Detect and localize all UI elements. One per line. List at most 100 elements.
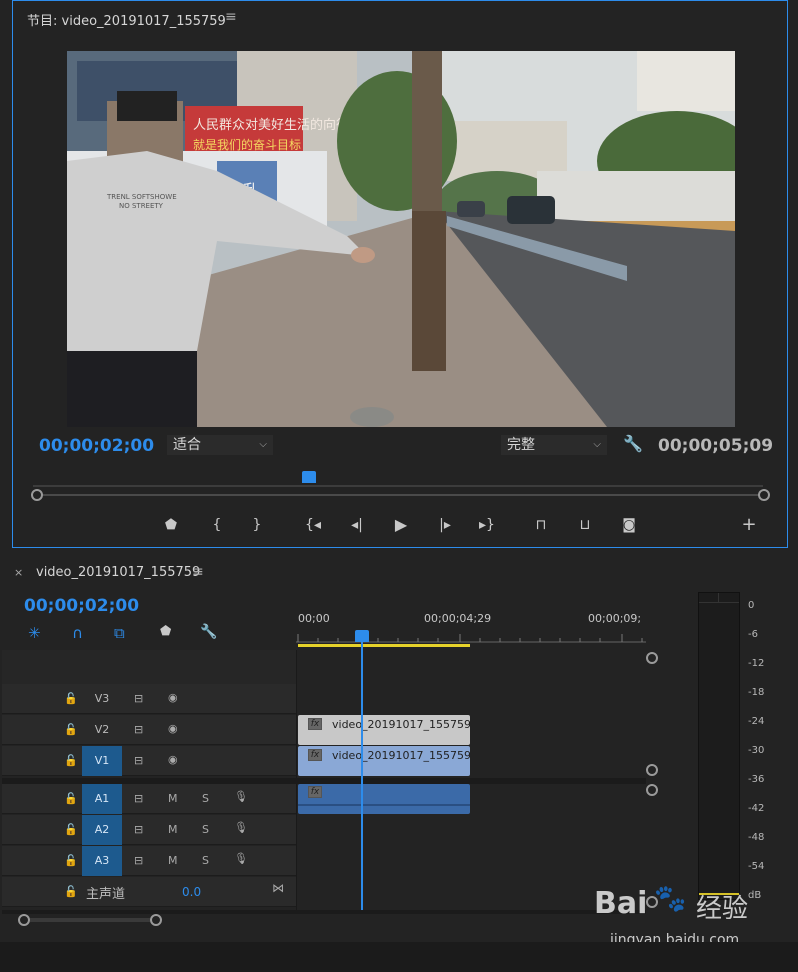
audio-meter	[698, 592, 740, 900]
track-name-v1[interactable]: V1	[82, 746, 122, 776]
track-header-a1[interactable]: 🔓 A1 ⊟ M S 🎙	[2, 784, 296, 814]
solo-button[interactable]: S	[202, 792, 209, 805]
track-header-v2[interactable]: 🔓 V2 ⊟ ◉	[2, 715, 296, 745]
microphone-icon[interactable]: 🎙	[234, 790, 248, 803]
eye-icon[interactable]: ◉	[168, 691, 178, 704]
solo-button[interactable]: S	[202, 823, 209, 836]
lock-icon[interactable]: 🔓	[64, 885, 78, 898]
playback-resolution-dropdown[interactable]: 完整 ⌵	[501, 435, 607, 455]
track-name-a3[interactable]: A3	[82, 846, 122, 876]
track-name-a2[interactable]: A2	[82, 815, 122, 845]
meter-label-18: -18	[748, 687, 765, 698]
microphone-icon[interactable]: 🎙	[234, 821, 248, 834]
meter-label-36: -36	[748, 774, 765, 785]
sync-lock-icon[interactable]: ⊟	[134, 792, 143, 805]
meter-label-42: -42	[748, 803, 765, 814]
zoom-scroll-bar[interactable]	[43, 494, 759, 496]
timeline-playhead-head[interactable]	[355, 630, 369, 642]
mute-button[interactable]: M	[168, 823, 178, 836]
extract-icon[interactable]: ⊔	[573, 515, 597, 535]
solo-button[interactable]: S	[202, 854, 209, 867]
lift-icon[interactable]: ⊓	[529, 515, 553, 535]
banner-subtext: 就是我们的奋斗目标	[193, 137, 301, 152]
add-marker-icon[interactable]: ⬟	[160, 624, 171, 639]
lock-icon[interactable]: 🔓	[64, 854, 78, 867]
panel-menu-icon[interactable]: ≡	[225, 9, 237, 25]
clip-v2[interactable]: fx video_20191017_155759.mp4	[298, 715, 470, 745]
program-monitor: 节目: video_20191017_155759 ≡ 人民群众对美好生活的向往…	[12, 0, 788, 548]
mark-in-icon[interactable]: {	[205, 515, 229, 535]
time-ruler[interactable]	[33, 477, 763, 487]
track-header-master[interactable]: 🔓 主声道 0.0 ⋈	[2, 877, 296, 907]
master-volume-value[interactable]: 0.0	[182, 885, 201, 899]
track-name-v2[interactable]: V2	[82, 715, 122, 745]
mark-out-icon[interactable]: }	[245, 515, 269, 535]
sync-lock-icon[interactable]: ⊟	[134, 692, 143, 705]
zoom-end-handle[interactable]	[758, 489, 770, 501]
panel-menu-icon[interactable]: ≡	[192, 564, 204, 580]
step-forward-icon[interactable]: |▸	[433, 515, 457, 535]
program-title[interactable]: 节目: video_20191017_155759	[27, 10, 226, 29]
go-to-in-icon[interactable]: {◂	[301, 515, 325, 535]
sync-lock-icon[interactable]: ⊟	[134, 854, 143, 867]
microphone-icon[interactable]: 🎙	[234, 852, 248, 865]
video-scroll-handle-bottom[interactable]	[646, 764, 658, 776]
go-to-out-icon[interactable]: ▸}	[475, 515, 499, 535]
play-icon[interactable]: ▶	[389, 515, 413, 535]
sync-lock-icon[interactable]: ⊟	[134, 823, 143, 836]
step-back-icon[interactable]: ◂|	[345, 515, 369, 535]
lock-icon[interactable]: 🔓	[64, 754, 78, 767]
add-button-icon[interactable]: +	[737, 515, 761, 535]
snap-icon[interactable]: ∩	[72, 624, 83, 642]
sync-lock-icon[interactable]: ⊟	[134, 754, 143, 767]
audio-scroll-handle-top[interactable]	[646, 784, 658, 796]
lock-icon[interactable]: 🔓	[64, 692, 78, 705]
clip-v1[interactable]: fx video_20191017_155759.mp4	[298, 746, 470, 776]
program-header: 节目: video_20191017_155759 ≡	[13, 1, 787, 37]
track-header-spacer	[2, 650, 296, 684]
wrench-icon[interactable]: 🔧	[623, 434, 643, 453]
track-name-a1[interactable]: A1	[82, 784, 122, 814]
zoom-start-handle[interactable]	[31, 489, 43, 501]
close-icon[interactable]: ×	[14, 566, 23, 579]
hscroll-start-handle[interactable]	[18, 914, 30, 926]
go-to-next-icon[interactable]: ⋈	[272, 881, 284, 895]
shirt-text-2: NO STREETY	[119, 202, 164, 210]
hscroll-end-handle[interactable]	[150, 914, 162, 926]
track-header-v1[interactable]: 🔓 V1 ⊟ ◉	[2, 746, 296, 776]
lock-icon[interactable]: 🔓	[64, 792, 78, 805]
work-area-bar[interactable]	[298, 644, 470, 647]
mute-button[interactable]: M	[168, 854, 178, 867]
wrench-icon[interactable]: 🔧	[200, 624, 217, 640]
sync-lock-icon[interactable]: ⊟	[134, 723, 143, 736]
track-name-v3[interactable]: V3	[82, 684, 122, 714]
camera-icon[interactable]: ◙	[617, 515, 641, 535]
eye-icon[interactable]: ◉	[168, 753, 178, 766]
zoom-level-dropdown[interactable]: 适合 ⌵	[167, 435, 273, 455]
meter-peak-right	[719, 593, 739, 603]
current-timecode[interactable]: 00;00;02;00	[39, 436, 154, 456]
master-track-label: 主声道	[86, 887, 126, 902]
linked-selection-icon[interactable]: ⧉	[114, 624, 125, 642]
track-header-a2[interactable]: 🔓 A2 ⊟ M S 🎙	[2, 815, 296, 845]
meter-label-30: -30	[748, 745, 765, 756]
ruler-label-end: 00;00;09;	[588, 612, 642, 625]
eye-icon[interactable]: ◉	[168, 722, 178, 735]
playhead-marker[interactable]	[302, 471, 316, 483]
meter-label-12: -12	[748, 658, 765, 669]
clip-a1[interactable]: fx	[298, 784, 470, 814]
mute-button[interactable]: M	[168, 792, 178, 805]
meter-label-24: -24	[748, 716, 765, 727]
track-header-v3[interactable]: 🔓 V3 ⊟ ◉	[2, 684, 296, 714]
timeline-playhead-line[interactable]	[361, 642, 363, 912]
hscroll-bar[interactable]	[30, 918, 150, 922]
lock-icon[interactable]: 🔓	[64, 723, 78, 736]
lock-icon[interactable]: 🔓	[64, 823, 78, 836]
nest-sequence-icon[interactable]: ✳	[28, 624, 41, 642]
add-marker-icon[interactable]: ⬟	[159, 515, 183, 535]
track-header-a3[interactable]: 🔓 A3 ⊟ M S 🎙	[2, 846, 296, 876]
zoom-level-value: 适合	[173, 437, 201, 453]
timeline-timecode[interactable]: 00;00;02;00	[24, 596, 139, 616]
video-scroll-handle-top[interactable]	[646, 652, 658, 664]
sequence-tab[interactable]: video_20191017_155759	[36, 565, 200, 580]
